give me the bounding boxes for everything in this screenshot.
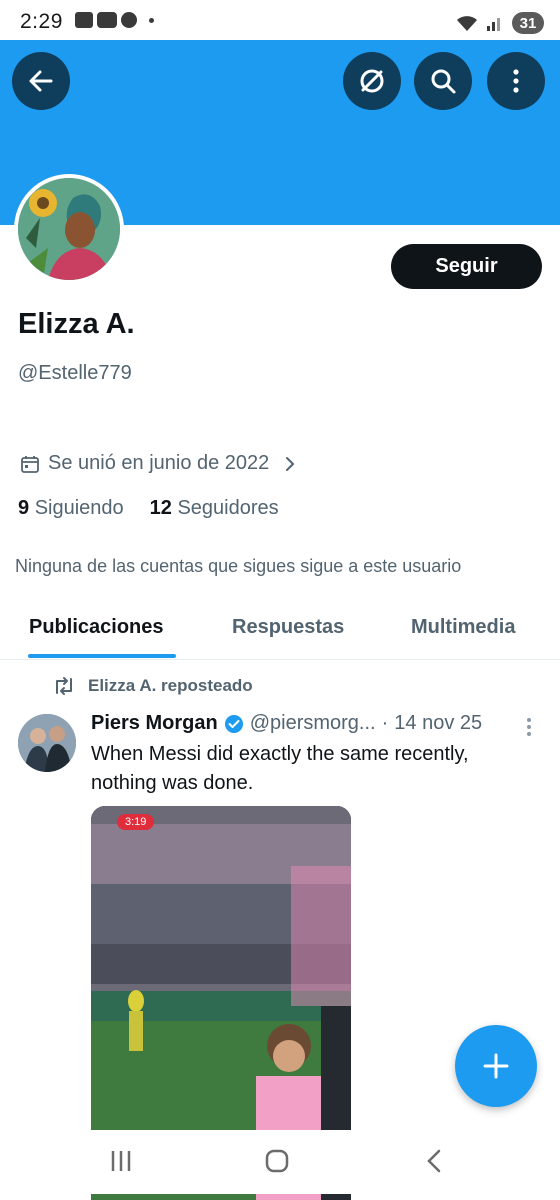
back-chevron-icon [427, 1149, 441, 1173]
status-bar: 2:29 31 [0, 0, 560, 40]
more-notifications-dot [149, 17, 154, 23]
followers-count: 12 [149, 497, 172, 519]
post-meta-separator: · [381, 712, 389, 734]
screenshot-notification-icon [75, 12, 93, 28]
avatar-illustration [18, 178, 120, 280]
tab-multimedia[interactable]: Multimedia [411, 616, 515, 639]
post-author-avatar[interactable] [18, 714, 76, 772]
system-status: 31 [456, 12, 544, 34]
recent-apps-button[interactable] [108, 1148, 134, 1179]
tab-publicaciones[interactable]: Publicaciones [29, 616, 164, 639]
joined-date[interactable]: Se unió en junio de 2022 [20, 452, 297, 475]
post-date[interactable]: 14 nov 25 [394, 712, 482, 735]
post-author-name[interactable]: Piers Morgan [91, 712, 218, 735]
youtube-notification-icon [97, 12, 117, 28]
post-more-button[interactable] [524, 716, 534, 743]
author-photo [18, 714, 76, 772]
more-vertical-icon [513, 69, 519, 93]
recent-apps-icon [111, 1151, 131, 1171]
tab-respuestas[interactable]: Respuestas [232, 616, 344, 639]
back-nav-button[interactable] [424, 1148, 444, 1179]
post-text: When Messi did exactly the same recently… [91, 743, 469, 794]
following-link[interactable]: 9 Siguiendo [18, 497, 124, 520]
joined-text: Se unió en junio de 2022 [48, 452, 270, 474]
back-button[interactable] [12, 52, 70, 110]
follow-button[interactable]: Seguir [391, 244, 542, 289]
search-icon [431, 69, 456, 94]
status-time: 2:29 [20, 10, 63, 33]
grok-icon [360, 69, 384, 93]
home-button[interactable] [264, 1148, 290, 1179]
verified-badge-icon [224, 714, 243, 733]
profile-tabs: Publicaciones Respuestas Multimedia [0, 600, 560, 660]
calendar-icon [21, 455, 39, 473]
following-count: 9 [18, 497, 30, 519]
wifi-icon [457, 16, 477, 31]
signal-icon [487, 18, 500, 31]
repost-icon [56, 677, 72, 695]
post-author-handle[interactable]: @piersmorg... [250, 712, 376, 735]
repost-indicator: Elizza A. reposteado [52, 676, 253, 696]
follow-stats: 9 Siguiendo 12 Seguidores [18, 497, 279, 520]
post-header: Piers Morgan @piersmorg... · 14 nov 25 [91, 712, 482, 735]
notification-icons [75, 12, 154, 28]
profile-display-name: Elizza A. [18, 308, 135, 340]
battery-indicator: 31 [512, 12, 544, 34]
back-arrow-icon [29, 70, 53, 92]
following-label: Siguiendo [34, 497, 124, 519]
compose-post-button[interactable] [455, 1025, 537, 1107]
profile-handle: @Estelle779 [18, 362, 132, 384]
profile-avatar[interactable] [14, 174, 124, 284]
followers-link[interactable]: 12 Seguidores [150, 497, 279, 520]
followers-label: Seguidores [177, 497, 279, 519]
grok-button[interactable] [343, 52, 401, 110]
plus-icon [483, 1053, 509, 1079]
active-tab-indicator [28, 654, 176, 658]
video-timestamp-badge: 3:19 [117, 814, 155, 830]
more-options-button[interactable] [487, 52, 545, 110]
facebook-notification-icon [121, 12, 137, 28]
system-navigation-bar [0, 1130, 560, 1194]
search-button[interactable] [414, 52, 472, 110]
repost-label: Elizza A. reposteado [88, 676, 253, 695]
chevron-right-icon [286, 456, 295, 471]
mutual-followers-note: Ninguna de las cuentas que sigues sigue … [15, 556, 462, 576]
more-vertical-icon [527, 718, 531, 736]
home-icon [265, 1149, 289, 1173]
